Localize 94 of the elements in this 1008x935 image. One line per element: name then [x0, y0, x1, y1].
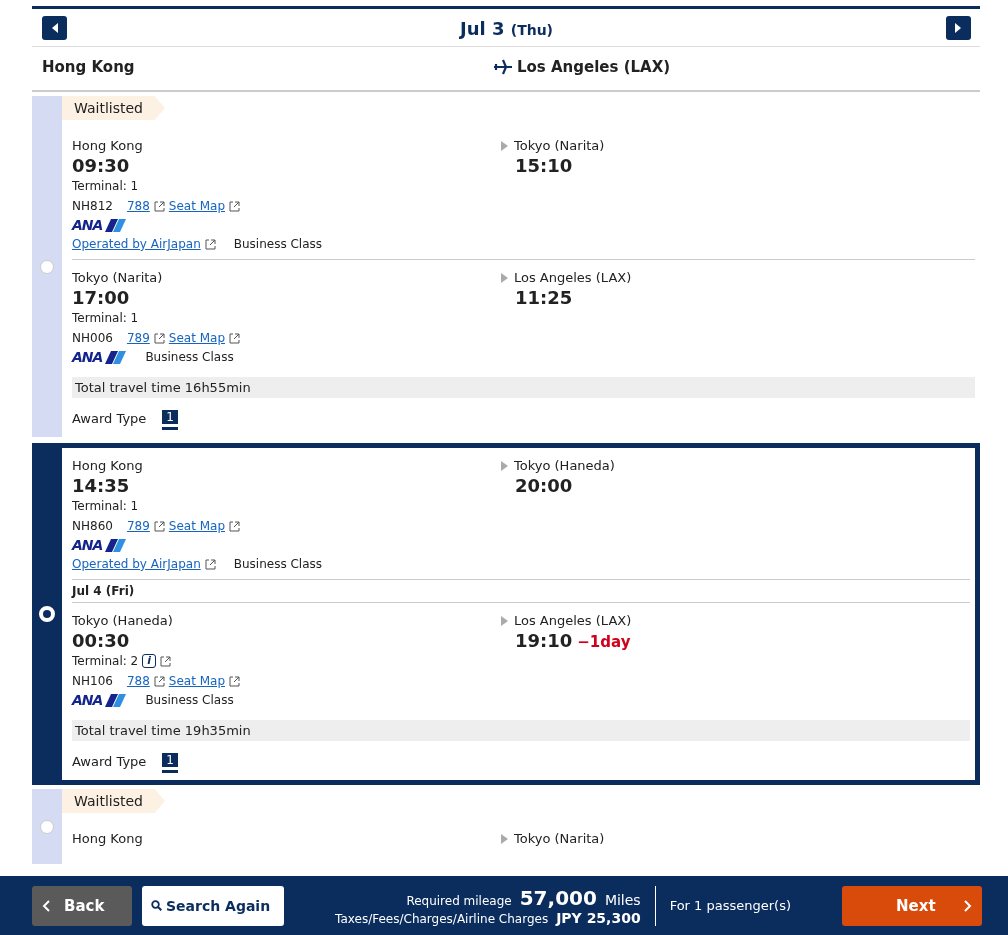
- airline-logo: ANA: [72, 349, 128, 365]
- departure-city: Hong Kong: [72, 831, 143, 846]
- seat-map-link[interactable]: Seat Map: [168, 674, 225, 688]
- cabin-class: Business Class: [233, 237, 323, 251]
- search-icon: [151, 900, 162, 911]
- departure-city: Tokyo (Narita): [72, 270, 163, 285]
- external-link-icon[interactable]: [229, 520, 240, 532]
- external-link-icon[interactable]: [229, 200, 240, 212]
- total-travel-time: Total travel time 16h55min: [72, 377, 975, 398]
- flight-number: NH860: [72, 519, 113, 533]
- seat-map-link[interactable]: Seat Map: [168, 331, 225, 345]
- previous-day-button[interactable]: [42, 16, 67, 40]
- external-link-icon[interactable]: [153, 332, 165, 344]
- departure-city: Hong Kong: [72, 138, 143, 153]
- departure-city: Tokyo (Haneda): [72, 613, 173, 628]
- radio-button[interactable]: [40, 819, 54, 834]
- flight-number: NH006: [72, 331, 113, 345]
- arrival-city: Tokyo (Haneda): [514, 458, 615, 473]
- award-type-label: Award Type: [72, 754, 147, 769]
- back-button[interactable]: Back: [32, 885, 132, 926]
- arrival-city: Tokyo (Narita): [514, 831, 605, 846]
- departure-time: 14:35: [72, 475, 130, 496]
- aircraft-link[interactable]: 789: [126, 519, 150, 533]
- departure-city: Hong Kong: [72, 458, 143, 473]
- waitlisted-tag: Waitlisted: [62, 789, 165, 813]
- arrival-city: Tokyo (Narita): [514, 138, 605, 153]
- terminal-label: Terminal: 2: [72, 654, 139, 668]
- award-type-badge[interactable]: 1: [162, 410, 178, 427]
- mileage-label: Required mileage: [406, 893, 512, 908]
- external-link-icon[interactable]: [229, 675, 240, 687]
- arrival-city: Los Angeles (LAX): [514, 270, 632, 285]
- destination-city: Los Angeles (LAX): [517, 58, 671, 76]
- cabin-class: Business Class: [145, 350, 234, 364]
- terminal-label: Terminal: 1: [72, 311, 139, 325]
- left-triangle-icon: [51, 23, 58, 33]
- taxes-label: Taxes/Fees/Charges/Airline Charges: [335, 911, 549, 926]
- airline-logo: ANA: [72, 537, 128, 553]
- origin-city: Hong Kong: [42, 58, 136, 76]
- seat-map-link[interactable]: Seat Map: [168, 519, 225, 533]
- operator-link[interactable]: Operated by AirJapan: [72, 557, 201, 571]
- external-link-icon[interactable]: [160, 655, 171, 667]
- arrow-icon: [501, 140, 508, 151]
- flight-number: NH106: [72, 674, 113, 688]
- departure-time: 17:00: [72, 287, 130, 308]
- arrival-time: 15:10: [515, 155, 573, 176]
- arrow-icon: [501, 833, 508, 844]
- airplane-icon: [494, 59, 512, 75]
- terminal-label: Terminal: 1: [72, 179, 139, 193]
- departure-time: 00:30: [72, 630, 130, 651]
- arrival-time: 19:10: [515, 630, 573, 651]
- mileage-unit: Miles: [604, 891, 641, 908]
- next-day-button[interactable]: [946, 16, 971, 40]
- aircraft-link[interactable]: 788: [126, 674, 150, 688]
- arrival-time: 11:25: [515, 287, 573, 308]
- chevron-right-icon: [964, 899, 972, 912]
- flight-option-card[interactable]: [32, 443, 980, 785]
- arrow-icon: [501, 460, 508, 471]
- cabin-class: Business Class: [145, 693, 234, 707]
- radio-button[interactable]: [40, 259, 54, 274]
- operator-link[interactable]: Operated by AirJapan: [72, 237, 201, 251]
- seat-map-link[interactable]: Seat Map: [168, 199, 225, 213]
- day-offset: −1day: [577, 633, 631, 651]
- external-link-icon[interactable]: [204, 558, 216, 570]
- airline-logo: ANA: [72, 692, 128, 708]
- date-title: Jul 3 (Thu): [459, 17, 553, 39]
- departure-time: 09:30: [72, 155, 130, 176]
- arrow-icon: [501, 272, 508, 283]
- right-triangle-icon: [955, 23, 962, 33]
- award-type-badge[interactable]: 1: [162, 753, 178, 770]
- cabin-class: Business Class: [233, 557, 323, 571]
- external-link-icon[interactable]: [153, 200, 165, 212]
- waitlisted-tag: Waitlisted: [62, 96, 165, 120]
- external-link-icon[interactable]: [153, 520, 165, 532]
- external-link-icon[interactable]: [153, 675, 165, 687]
- next-button[interactable]: Next: [842, 885, 982, 926]
- terminal-label: Terminal: 1: [72, 499, 139, 513]
- date-header: Jul 4 (Fri): [72, 580, 970, 603]
- taxes-value: JPY 25,300: [556, 909, 641, 926]
- aircraft-link[interactable]: 788: [126, 199, 150, 213]
- chevron-left-icon: [42, 899, 50, 912]
- flight-number: NH812: [72, 199, 113, 213]
- arrow-icon: [501, 615, 508, 626]
- external-link-icon[interactable]: [229, 332, 240, 344]
- award-type-label: Award Type: [72, 411, 147, 426]
- mileage-value: 57,000: [519, 885, 597, 910]
- arrival-city: Los Angeles (LAX): [514, 613, 632, 628]
- info-icon[interactable]: i: [142, 654, 156, 668]
- airline-logo: ANA: [72, 217, 128, 233]
- passenger-count: For 1 passenger(s): [669, 898, 792, 913]
- search-again-button[interactable]: Search Again: [142, 885, 285, 926]
- arrival-time: 20:00: [515, 475, 573, 496]
- total-travel-time: Total travel time 19h35min: [72, 720, 970, 741]
- external-link-icon[interactable]: [204, 238, 216, 250]
- aircraft-link[interactable]: 789: [126, 331, 150, 345]
